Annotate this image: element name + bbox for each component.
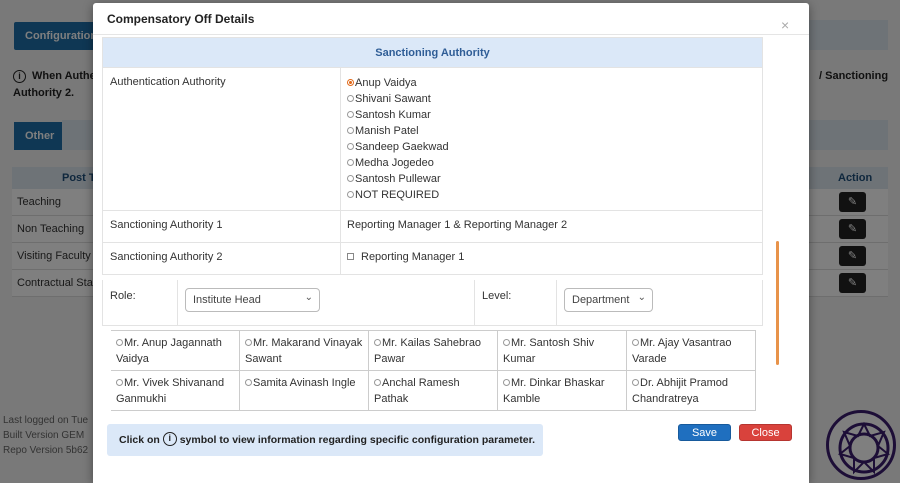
option-label: Manish Patel (355, 125, 419, 137)
person-name: Mr. Dinkar Bhaskar (511, 377, 605, 389)
person-name-cont: Kamble (503, 393, 541, 405)
radio-option-medha-jogedeo[interactable]: Medha Jogedeo (347, 157, 434, 173)
person-name: Mr. Kailas Sahebrao (382, 337, 482, 349)
radio-option-not-required[interactable]: NOT REQUIRED (347, 189, 439, 205)
authentication-authority-label: Authentication Authority (110, 76, 226, 88)
info-hint: Click on i symbol to view information re… (107, 424, 543, 456)
close-icon[interactable]: × (781, 17, 789, 33)
level-select-value: Department (572, 294, 630, 306)
radio-icon[interactable] (347, 110, 354, 118)
radio-icon[interactable] (116, 378, 123, 386)
radio-option-sandeep-gaekwad[interactable]: Sandeep Gaekwad (347, 141, 449, 157)
person-name: Mr. Santosh Shiv Kumar (503, 337, 595, 365)
reporting-manager-1-checkbox[interactable]: Reporting Manager 1 (347, 251, 464, 263)
radio-icon[interactable] (347, 190, 354, 198)
modal-title: Compensatory Off Details (107, 12, 255, 26)
radio-icon[interactable] (503, 338, 510, 346)
radio-option-santosh-kumar[interactable]: Santosh Kumar (347, 109, 431, 125)
radio-option-manish-patel[interactable]: Manish Patel (347, 125, 419, 141)
radio-option-anup-vaidya[interactable]: Anup Vaidya (347, 77, 417, 93)
scrollbar-thumb[interactable] (776, 241, 779, 365)
radio-icon[interactable] (347, 174, 354, 182)
radio-option-santosh-pullewar[interactable]: Santosh Pullewar (347, 173, 441, 189)
option-label: Sandeep Gaekwad (355, 141, 449, 153)
level-label: Level: (482, 290, 512, 302)
person-name-cont: Sawant (245, 353, 282, 365)
label-cell: Sanctioning Authority 1 (103, 211, 341, 242)
person-name: Mr. Makarand Vinayak (253, 337, 363, 349)
sanctioning-authority-2-label: Sanctioning Authority 2 (110, 251, 223, 263)
divider (474, 280, 475, 325)
sanctioning-authority-1-label: Sanctioning Authority 1 (110, 219, 223, 231)
sanctioning-authority-2-row: Sanctioning Authority 2 Reporting Manage… (102, 243, 763, 275)
person-name: Anchal Ramesh Pathak (374, 377, 460, 405)
person-option[interactable]: Mr. Santosh Shiv Kumar (498, 330, 627, 371)
radio-icon[interactable] (374, 378, 381, 386)
person-option[interactable]: Dr. Abhijit Pramod Chandratreya (627, 370, 756, 411)
option-label: Santosh Kumar (355, 109, 431, 121)
info-icon: i (162, 432, 177, 447)
chevron-down-icon: ⌄ (304, 292, 313, 303)
radio-icon[interactable] (632, 338, 639, 346)
radio-icon[interactable] (347, 142, 354, 150)
person-name-cont: Varade (632, 353, 667, 365)
person-option[interactable]: Mr. Dinkar Bhaskar Kamble (498, 370, 627, 411)
divider (556, 280, 557, 325)
person-option[interactable]: Mr. Anup Jagannath Vaidya (111, 330, 240, 371)
sanctioning-authority-1-value: Reporting Manager 1 & Reporting Manager … (347, 219, 568, 231)
person-name: Samita Avinash Ingle (253, 377, 356, 389)
option-label: Shivani Sawant (355, 93, 431, 105)
radio-icon[interactable] (632, 378, 639, 386)
person-option[interactable]: Mr. Kailas Sahebrao Pawar (369, 330, 498, 371)
radio-option-shivani-sawant[interactable]: Shivani Sawant (347, 93, 431, 109)
option-label: Medha Jogedeo (355, 157, 434, 169)
person-option[interactable]: Mr. Vivek Shivanand Ganmukhi (111, 370, 240, 411)
section-title: Sanctioning Authority (102, 37, 763, 68)
level-select[interactable]: Department ⌄ (564, 288, 653, 312)
person-name: Mr. Ajay Vasantrao (640, 337, 732, 349)
close-button[interactable]: Close (739, 424, 792, 441)
person-name-cont: Pawar (374, 353, 406, 365)
radio-icon[interactable] (347, 94, 354, 102)
radio-icon[interactable] (245, 378, 252, 386)
person-option[interactable]: Samita Avinash Ingle (240, 370, 369, 411)
option-label: Santosh Pullewar (355, 173, 441, 185)
role-select[interactable]: Institute Head ⌄ (185, 288, 320, 312)
role-level-filter: Role: Institute Head ⌄ Level: Department ⌄ (102, 280, 763, 326)
radio-icon[interactable] (245, 338, 252, 346)
person-option[interactable]: Mr. Ajay Vasantrao Varade (627, 330, 756, 371)
option-label: Anup Vaidya (355, 77, 417, 89)
save-button[interactable]: Save (678, 424, 731, 441)
label-cell: Sanctioning Authority 2 (103, 243, 341, 274)
person-option[interactable]: Anchal Ramesh Pathak (369, 370, 498, 411)
label-cell: Authentication Authority (103, 68, 341, 210)
person-name: Dr. Abhijit Pramod (640, 377, 729, 389)
option-label: NOT REQUIRED (355, 189, 440, 201)
person-name-cont: Chandratreya (632, 393, 699, 405)
role-select-value: Institute Head (193, 294, 261, 306)
radio-icon[interactable] (503, 378, 510, 386)
radio-icon[interactable] (347, 158, 354, 166)
person-name-cont: Vaidya (116, 353, 149, 365)
checkbox-label: Reporting Manager 1 (361, 251, 465, 263)
person-name: Mr. Anup Jagannath (124, 337, 222, 349)
modal-header: Compensatory Off Details × (93, 3, 809, 35)
info-prefix: Click on (119, 434, 160, 446)
sanctioning-authority-1-row: Sanctioning Authority 1 Reporting Manage… (102, 211, 763, 243)
radio-selected-icon[interactable] (347, 78, 354, 86)
chevron-down-icon: ⌄ (637, 292, 646, 303)
modal-body[interactable]: Sanctioning Authority Authentication Aut… (102, 37, 763, 411)
person-name: Mr. Vivek Shivanand (124, 377, 225, 389)
person-name-cont: Ganmukhi (116, 393, 167, 405)
info-suffix: symbol to view information regarding spe… (179, 434, 536, 446)
authentication-authority-row: Authentication Authority Anup Vaidya Shi… (102, 68, 763, 211)
checkbox-icon[interactable] (347, 252, 354, 260)
radio-icon[interactable] (374, 338, 381, 346)
radio-icon[interactable] (347, 126, 354, 134)
compensatory-off-modal: Compensatory Off Details × Sanctioning A… (93, 3, 809, 483)
radio-icon[interactable] (116, 338, 123, 346)
role-label: Role: (110, 290, 136, 302)
divider (177, 280, 178, 325)
person-option[interactable]: Mr. Makarand Vinayak Sawant (240, 330, 369, 371)
